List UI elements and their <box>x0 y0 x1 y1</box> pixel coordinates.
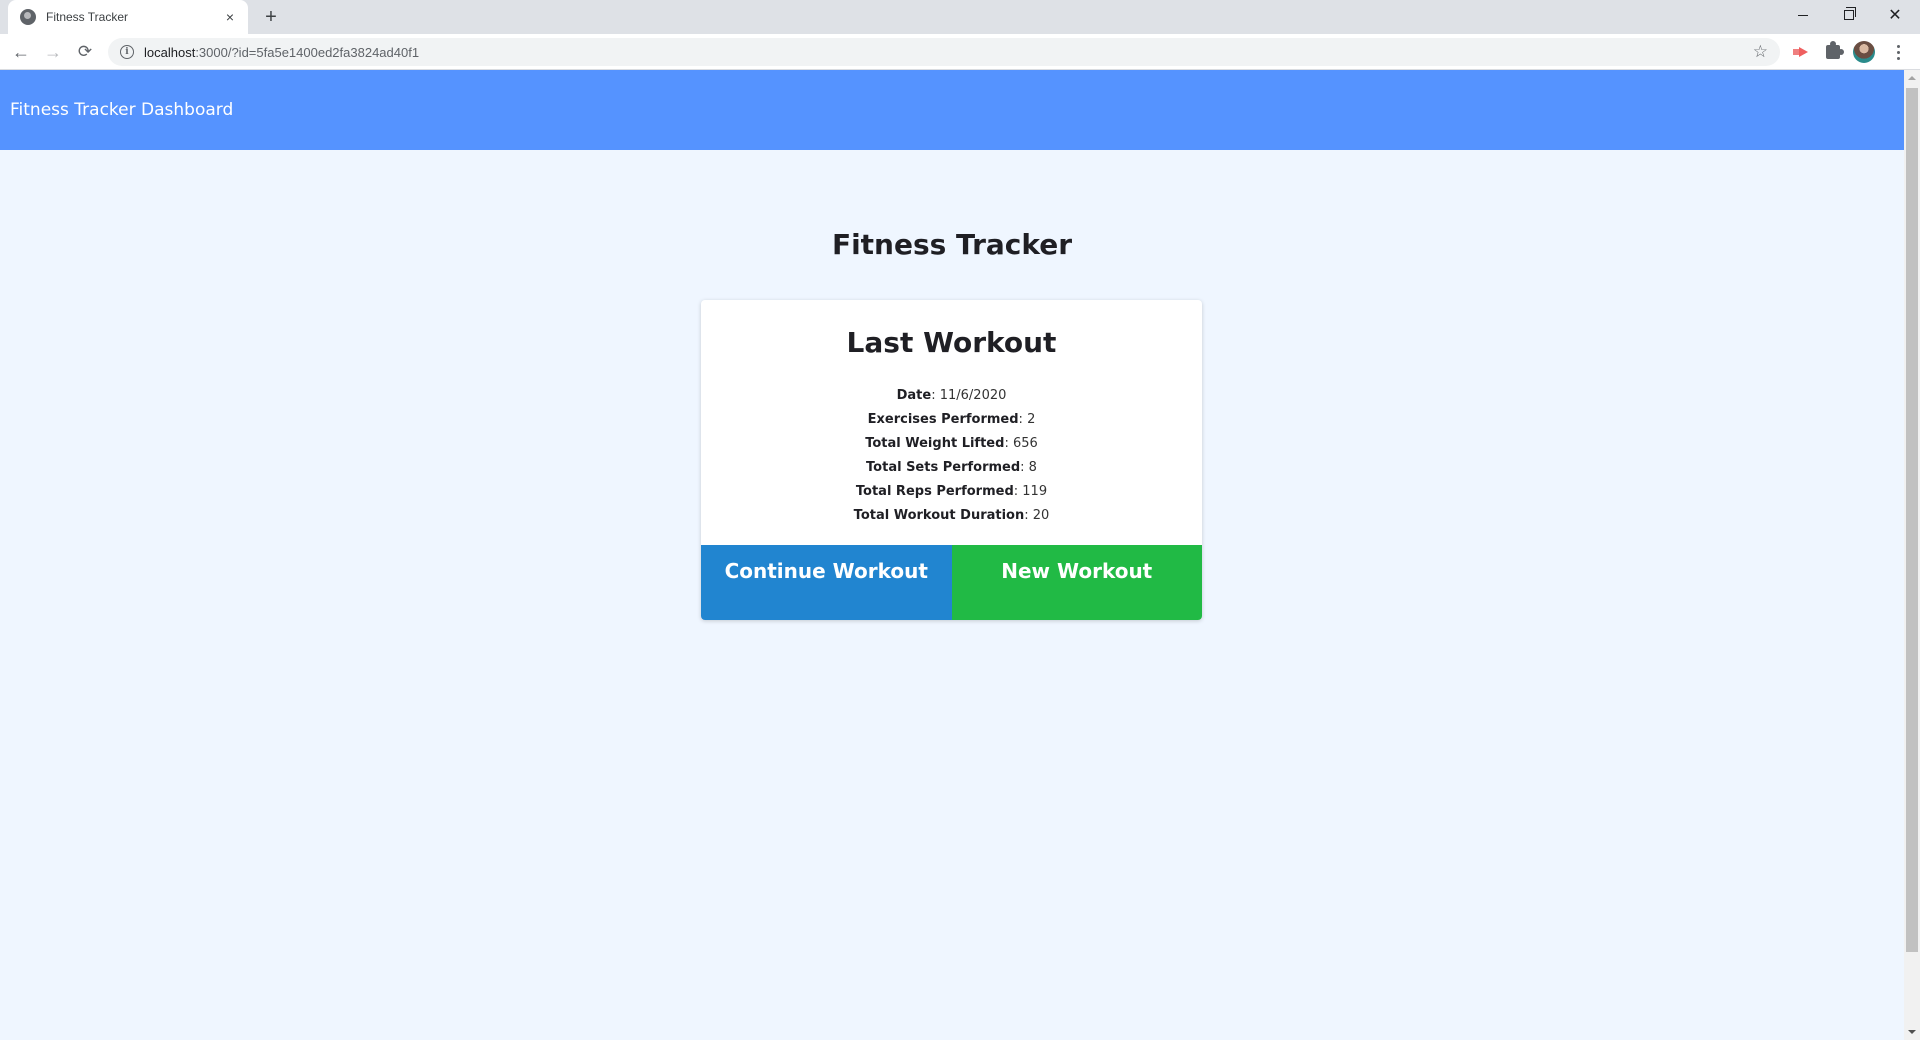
stat-value: 11/6/2020 <box>939 388 1007 403</box>
globe-icon <box>20 9 36 25</box>
back-button[interactable]: ← <box>8 39 34 65</box>
workout-stats: Date: 11/6/2020 Exercises Performed: 2 T… <box>701 384 1202 528</box>
address-bar[interactable]: i localhost:3000/?id=5fa5e1400ed2fa3824a… <box>108 38 1780 66</box>
browser-tabstrip: Fitness Tracker × + ✕ <box>0 0 1920 34</box>
stat-label: Total Reps Performed <box>855 484 1014 499</box>
restore-icon <box>1844 7 1856 20</box>
app-header: Fitness Tracker Dashboard <box>0 70 1904 150</box>
stat-value: 656 <box>1012 436 1038 451</box>
stat-duration: Total Workout Duration: 20 <box>853 508 1050 523</box>
stat-value: 20 <box>1032 508 1050 523</box>
card-title: Last Workout <box>846 326 1057 359</box>
last-workout-card: Last Workout Date: 11/6/2020 Exercises P… <box>701 300 1202 620</box>
vertical-scrollbar[interactable] <box>1904 70 1920 1040</box>
restore-button[interactable] <box>1826 0 1872 30</box>
stat-label: Date <box>896 388 932 403</box>
tab-title: Fitness Tracker <box>46 10 129 24</box>
url-text[interactable]: localhost:3000/?id=5fa5e1400ed2fa3824ad4… <box>144 45 419 60</box>
stat-label: Total Workout Duration <box>853 508 1025 523</box>
minimize-icon <box>1798 14 1808 16</box>
browser-menu-button[interactable] <box>1887 41 1909 63</box>
stat-reps: Total Reps Performed: 119 <box>855 484 1048 499</box>
page-viewport: Fitness Tracker Dashboard Fitness Tracke… <box>0 70 1904 1040</box>
scroll-up-arrow-icon[interactable] <box>1904 70 1920 86</box>
stat-label: Total Sets Performed <box>866 460 1021 475</box>
close-window-button[interactable]: ✕ <box>1872 0 1918 30</box>
cast-extension-icon <box>1793 47 1809 57</box>
stat-exercises: Exercises Performed: 2 <box>867 412 1036 427</box>
stat-label: Exercises Performed <box>867 412 1019 427</box>
card-actions: Continue Workout New Workout <box>701 545 1202 620</box>
profile-button[interactable] <box>1853 41 1875 63</box>
scrollbar-thumb[interactable] <box>1906 88 1918 952</box>
kebab-menu-icon <box>1896 44 1900 60</box>
stat-value: 2 <box>1027 412 1036 427</box>
extension-cast-button[interactable] <box>1790 41 1812 63</box>
tab-close-icon[interactable]: × <box>222 9 238 25</box>
continue-workout-button[interactable]: Continue Workout <box>701 545 952 620</box>
url-path: :3000/?id=5fa5e1400ed2fa3824ad40f1 <box>195 44 420 60</box>
brand-title[interactable]: Fitness Tracker Dashboard <box>10 100 233 120</box>
extensions-button[interactable] <box>1822 41 1844 63</box>
puzzle-icon <box>1826 41 1844 59</box>
avatar <box>1853 41 1875 63</box>
stat-date: Date: 11/6/2020 <box>896 388 1007 403</box>
forward-button[interactable]: → <box>40 39 66 65</box>
new-tab-button[interactable]: + <box>260 6 282 28</box>
stat-label: Total Weight Lifted <box>865 436 1005 451</box>
site-info-icon[interactable]: i <box>120 45 134 59</box>
reload-button[interactable]: ⟳ <box>72 39 98 65</box>
page-title: Fitness Tracker <box>831 228 1073 261</box>
stat-value: 8 <box>1028 460 1037 475</box>
browser-tab-active[interactable]: Fitness Tracker × <box>8 0 248 34</box>
scroll-down-arrow-icon[interactable] <box>1904 1024 1920 1040</box>
new-workout-button[interactable]: New Workout <box>951 545 1202 620</box>
bookmark-star-icon[interactable]: ☆ <box>1753 42 1768 62</box>
stat-weight: Total Weight Lifted: 656 <box>865 436 1038 451</box>
stat-value: 119 <box>1022 484 1048 499</box>
url-host: localhost <box>144 44 196 60</box>
browser-toolbar: ← → ⟳ i localhost:3000/?id=5fa5e1400ed2f… <box>0 34 1920 70</box>
stat-sets: Total Sets Performed: 8 <box>866 460 1037 475</box>
minimize-button[interactable] <box>1780 0 1826 30</box>
